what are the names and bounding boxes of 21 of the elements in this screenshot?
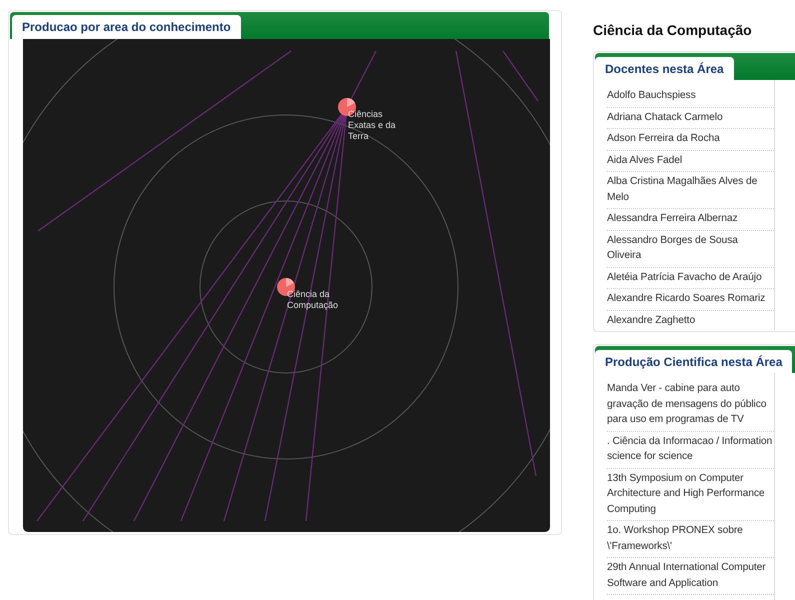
- list-item[interactable]: Alessandro Borges de Sousa Oliveira: [607, 230, 774, 268]
- list-item[interactable]: . Ciência da Informacao / Information science for science: [607, 432, 774, 468]
- node-label: Ciência da Computação: [287, 289, 340, 311]
- panel-tab[interactable]: Produção Cientifica nesta Área: [595, 350, 792, 373]
- list-item[interactable]: Aletéia Patrícia Favacho de Araújo: [607, 268, 774, 289]
- list-item[interactable]: 29th Annual International Computer Software and Application: [607, 558, 774, 595]
- list-item[interactable]: Alessandra Ferreira Albernaz: [607, 209, 774, 230]
- list-item[interactable]: 1o. Workshop PRONEX sobre \'Frameworks\': [607, 521, 774, 558]
- list-item[interactable]: Adolfo Bauchspiess: [607, 86, 774, 108]
- list-item[interactable]: Adriana Chatack Carmelo: [607, 108, 774, 129]
- list-item[interactable]: 13th Symposium on Computer Architecture and High Performance Computing: [607, 468, 774, 521]
- area-title: Ciência da Computação: [593, 22, 753, 38]
- list-item[interactable]: Aida Alves Fadel: [607, 150, 774, 172]
- list-item[interactable]: Adson Ferreira da Rocha: [607, 129, 774, 150]
- list-item[interactable]: Alexandre Zaghetto: [607, 310, 774, 330]
- panel-tab[interactable]: Docentes nesta Área: [595, 57, 734, 80]
- node-label: Ciências Exatas e da Terra: [348, 109, 397, 142]
- list-item[interactable]: Alba Cristina Magalhães Alves de Melo: [607, 172, 774, 209]
- list-item[interactable]: Manda Ver - cabine para auto gravação de mensagens do público para uso em programas de TV: [607, 379, 774, 432]
- panel-tab[interactable]: Producao por area do conhecimento: [12, 15, 241, 39]
- list-item[interactable]: Alexandre Ricardo Soares Romariz: [607, 289, 774, 310]
